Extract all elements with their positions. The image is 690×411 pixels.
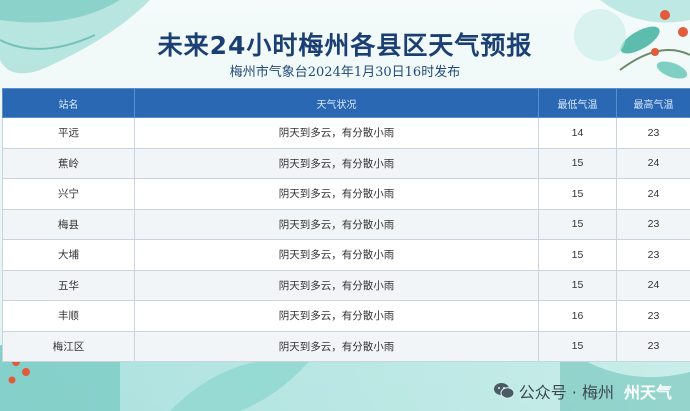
max-temp-cell: 24 [616, 269, 690, 301]
min-temp-cell: 15 [538, 178, 617, 210]
watermark: 公众号 · 梅州 州天气 [493, 379, 672, 403]
table-row: 五华 阴天到多云，有分散小雨 15 24 [2, 269, 690, 301]
min-temp-cell: 15 [538, 147, 617, 179]
watermark-account-text: 公众号 · 梅州 [518, 383, 614, 402]
min-temp-cell: 16 [538, 300, 617, 332]
table-row: 丰顺 阴天到多云，有分散小雨 16 23 [2, 300, 690, 332]
station-cell: 梅县 [2, 208, 135, 240]
table-row: 兴宁 阴天到多云，有分散小雨 15 24 [2, 178, 690, 210]
max-temp-cell: 23 [616, 117, 690, 149]
page-title: 未来24小时梅州各县区天气预报 [157, 31, 533, 60]
table-row: 平远 阴天到多云，有分散小雨 14 23 [2, 117, 690, 149]
forecast-table: 站名 天气状况 最低气温 最高气温 平远 阴天到多云，有分散小雨 14 23 蕉… [2, 88, 690, 362]
station-cell: 丰顺 [2, 300, 135, 332]
table-row: 蕉岭 阴天到多云，有分散小雨 15 24 [2, 147, 690, 179]
station-cell: 蕉岭 [2, 147, 135, 179]
station-cell: 平远 [2, 117, 135, 149]
column-header-max-temp: 最高气温 [616, 88, 690, 118]
column-header-weather: 天气状况 [134, 88, 539, 118]
page-header: 未来24小时梅州各县区天气预报 梅州市气象台2024年1月30日16时发布 [0, 0, 690, 86]
station-cell: 五华 [2, 269, 135, 301]
max-temp-cell: 23 [616, 239, 690, 271]
weather-cell: 阴天到多云，有分散小雨 [134, 178, 539, 210]
min-temp-cell: 15 [538, 269, 617, 301]
weather-cell: 阴天到多云，有分散小雨 [134, 269, 539, 301]
weather-cell: 阴天到多云，有分散小雨 [134, 147, 539, 179]
min-temp-cell: 14 [538, 117, 617, 149]
wechat-icon [493, 383, 515, 399]
publish-info: 梅州市气象台2024年1月30日16时发布 [229, 65, 461, 80]
max-temp-cell: 23 [616, 300, 690, 332]
table-row: 大埔 阴天到多云，有分散小雨 15 23 [2, 239, 690, 271]
station-cell: 兴宁 [2, 178, 135, 210]
min-temp-cell: 15 [538, 239, 617, 271]
max-temp-cell: 24 [616, 147, 690, 179]
column-header-min-temp: 最低气温 [538, 88, 617, 118]
watermark-tail-text: 州天气 [623, 383, 672, 402]
min-temp-cell: 15 [538, 208, 617, 240]
max-temp-cell: 23 [616, 208, 690, 240]
table-row: 梅县 阴天到多云，有分散小雨 15 23 [2, 208, 690, 240]
weather-cell: 阴天到多云，有分散小雨 [134, 208, 539, 240]
weather-cell: 阴天到多云，有分散小雨 [134, 239, 539, 271]
column-header-station: 站名 [2, 88, 135, 118]
max-temp-cell: 24 [616, 178, 690, 210]
station-cell: 大埔 [2, 239, 135, 271]
table-header-row: 站名 天气状况 最低气温 最高气温 [2, 88, 690, 118]
weather-cell: 阴天到多云，有分散小雨 [134, 300, 539, 332]
weather-cell: 阴天到多云，有分散小雨 [134, 117, 539, 149]
